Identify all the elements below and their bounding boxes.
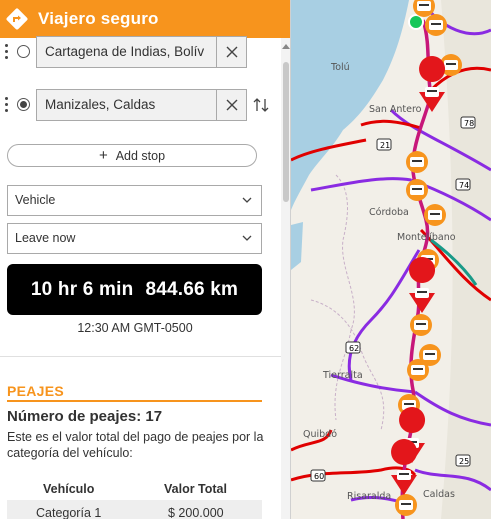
scrollbar-thumb[interactable] — [283, 62, 289, 202]
toll-booth-icon[interactable] — [425, 14, 447, 36]
panel-scrollbar[interactable] — [281, 38, 290, 519]
toll-booth-icon[interactable] — [406, 151, 428, 173]
map-label: Tierralta — [322, 370, 363, 381]
drag-handle-icon[interactable] — [5, 97, 9, 113]
scroll-up-arrow-icon[interactable] — [282, 44, 290, 49]
table-cell-value: $ 200.000 — [168, 506, 224, 519]
departure-time-value: Leave now — [15, 231, 76, 245]
toll-booth-icon[interactable] — [409, 257, 436, 313]
plus-icon: + — [98, 147, 108, 164]
clear-origin-button[interactable] — [216, 36, 247, 68]
road-shield-label: 60 — [314, 472, 324, 481]
sea-area — [291, 222, 303, 270]
app-title: Viajero seguro — [38, 9, 159, 28]
road-shield-label: 62 — [349, 344, 359, 353]
map-label: Quibdó — [303, 429, 337, 440]
map-label: San Antero — [369, 104, 422, 115]
origin-input[interactable]: Cartagena de Indias, Bolív — [36, 36, 217, 68]
stop-row-destination: Manizales, Caldas — [0, 89, 281, 121]
travel-mode-select[interactable]: Vehicle — [7, 185, 262, 216]
department-boundary — [334, 174, 355, 421]
route-distance: 844.66 km — [145, 278, 239, 300]
departure-time-select[interactable]: Leave now — [7, 223, 262, 254]
stop-radio-destination[interactable] — [17, 98, 30, 111]
map-label: Montelíbano — [397, 232, 456, 243]
route-duration: 10 hr 6 min — [30, 278, 134, 300]
route-summary: 10 hr 6 min 844.66 km — [7, 264, 262, 315]
road-shield-label: 25 — [459, 457, 469, 466]
travel-mode-value: Vehicle — [15, 193, 56, 207]
app-header: Viajero seguro — [0, 0, 290, 38]
toll-booth-icon[interactable] — [410, 314, 432, 336]
road-shield-label: 78 — [464, 119, 474, 128]
clear-destination-button[interactable] — [216, 89, 247, 121]
road-shield-label: 74 — [459, 181, 469, 190]
peajes-heading: PEAJES — [7, 383, 65, 399]
table-header-vehicle: Vehículo — [43, 482, 95, 496]
table-cell-category: Categoría 1 — [36, 506, 102, 519]
route-map[interactable]: San Antero Córdoba Montelíbano Tierralta… — [291, 0, 491, 519]
close-icon — [226, 46, 237, 58]
route-arrow-icon — [6, 8, 28, 30]
toll-booth-icon[interactable] — [424, 204, 446, 226]
toll-booth-icon[interactable] — [395, 494, 417, 516]
map-view[interactable]: San Antero Córdoba Montelíbano Tierralta… — [291, 0, 491, 519]
add-stop-label: Add stop — [115, 148, 166, 163]
chevron-down-icon — [242, 235, 252, 241]
toll-booth-icon[interactable] — [407, 359, 429, 381]
swap-vertical-icon[interactable] — [251, 95, 271, 115]
toll-description: Este es el valor total del pago de peaje… — [7, 430, 264, 460]
map-label: Caldas — [423, 489, 455, 500]
start-marker[interactable] — [408, 14, 424, 30]
chevron-down-icon — [242, 197, 252, 203]
toll-booth-icon[interactable] — [406, 179, 428, 201]
map-label: Risaralda — [347, 491, 391, 502]
table-header-total: Valor Total — [164, 482, 227, 496]
arrival-time: 12:30 AM GMT-0500 — [77, 321, 193, 335]
stop-radio-origin[interactable] — [17, 45, 30, 58]
road-shield-label: 21 — [380, 141, 390, 150]
directions-panel: Viajero seguro Cartagena de Indias, Bolí… — [0, 0, 291, 519]
toll-count: Número de peajes: 17 — [7, 408, 163, 425]
close-icon — [226, 99, 237, 111]
section-divider — [0, 356, 281, 357]
peajes-underline — [7, 400, 262, 402]
add-stop-button[interactable]: + Add stop — [7, 144, 257, 167]
map-label: Tolú — [330, 62, 350, 73]
destination-input[interactable]: Manizales, Caldas — [36, 89, 217, 121]
drag-handle-icon[interactable] — [5, 44, 9, 60]
toll-booth-icon[interactable] — [419, 56, 446, 112]
stop-row-origin: Cartagena de Indias, Bolív — [0, 36, 281, 68]
map-label: Córdoba — [369, 207, 409, 218]
